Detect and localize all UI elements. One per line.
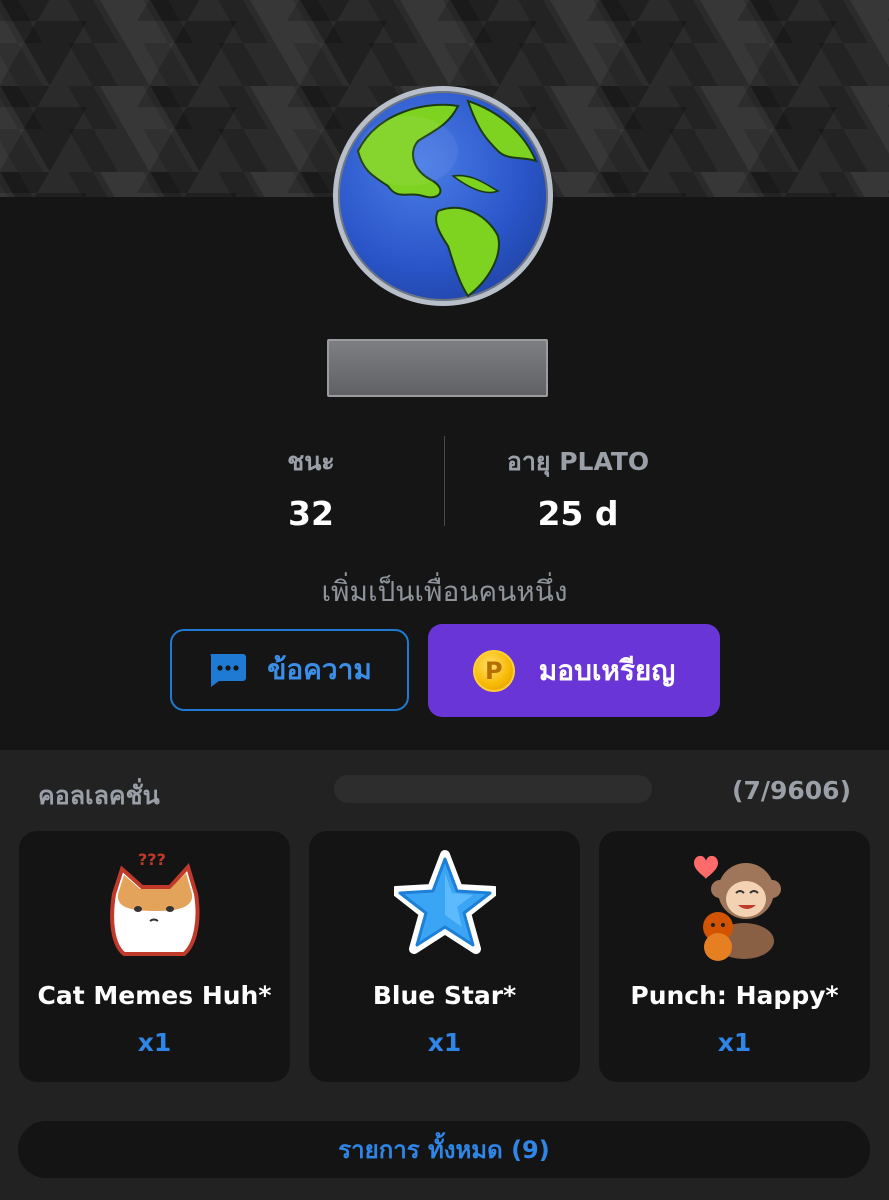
stat-plato-age: อายุ PLATO 25 d bbox=[480, 442, 676, 533]
card-count: x1 bbox=[717, 1028, 752, 1057]
message-button[interactable]: ข้อความ bbox=[170, 629, 409, 711]
stat-value: 25 d bbox=[537, 494, 619, 533]
avatar[interactable] bbox=[333, 86, 553, 306]
view-all-label: รายการ ทั้งหมด (9) bbox=[338, 1136, 550, 1164]
card-name: Punch: Happy* bbox=[630, 981, 839, 1010]
give-coin-label: มอบเหรียญ bbox=[538, 653, 676, 687]
give-coin-button[interactable]: P มอบเหรียญ bbox=[428, 624, 720, 717]
card-count: x1 bbox=[427, 1028, 462, 1057]
collection-title: คอลเลคชั่น bbox=[38, 781, 160, 810]
add-friend-status: เพิ่มเป็นเพื่อนคนหนึ่ง bbox=[321, 575, 568, 608]
stat-divider bbox=[444, 436, 445, 526]
stat-value: 32 bbox=[288, 494, 334, 533]
message-button-label: ข้อความ bbox=[267, 653, 372, 686]
stat-label: ชนะ bbox=[287, 447, 335, 476]
view-all-button[interactable]: รายการ ทั้งหมด (9) bbox=[18, 1121, 870, 1178]
collection-progress-bar bbox=[334, 775, 652, 803]
monkey-sticker-icon bbox=[694, 855, 781, 961]
star-icon bbox=[394, 850, 496, 954]
globe-icon bbox=[356, 99, 538, 298]
stat-label: อายุ PLATO bbox=[506, 447, 650, 476]
collection-card-blue-star[interactable]: Blue Star* x1 bbox=[309, 831, 580, 1082]
username-redacted bbox=[327, 339, 548, 397]
card-name: Cat Memes Huh* bbox=[37, 981, 272, 1010]
coin-icon: P bbox=[472, 649, 515, 692]
cat-sticker-icon: ??? bbox=[110, 850, 200, 956]
coin-glyph: P bbox=[485, 656, 503, 685]
card-name: Blue Star* bbox=[372, 981, 517, 1010]
chat-bubble-icon bbox=[210, 654, 247, 687]
collection-card-cat-memes[interactable]: ??? Cat Memes Huh* x1 bbox=[19, 831, 290, 1082]
card-count: x1 bbox=[137, 1028, 172, 1057]
question-marks: ??? bbox=[138, 850, 166, 869]
stat-wins: ชนะ 32 bbox=[241, 442, 381, 533]
collection-card-punch-happy[interactable]: Punch: Happy* x1 bbox=[599, 831, 870, 1082]
collection-count: (7/9606) bbox=[732, 776, 851, 805]
